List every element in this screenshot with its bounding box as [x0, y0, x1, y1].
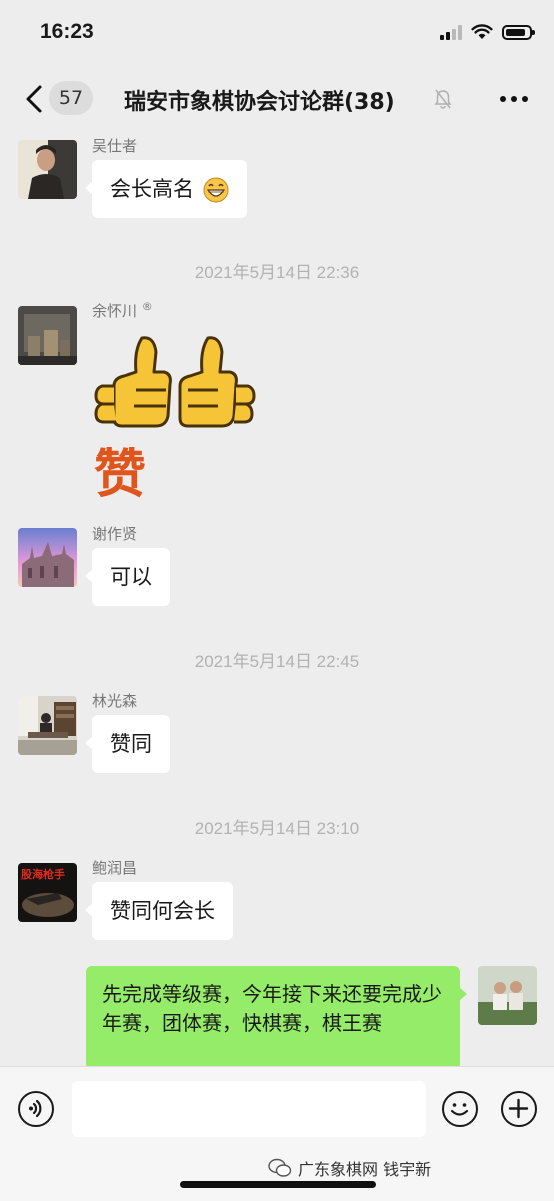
avatar[interactable] — [18, 528, 77, 587]
avatar[interactable] — [18, 696, 77, 755]
message-bubble[interactable]: 会长高名 — [85, 160, 247, 218]
wifi-icon — [471, 24, 493, 39]
sender-name: 谢作贤 — [92, 525, 138, 543]
status-bar: 16:23 — [0, 0, 554, 70]
signal-icon — [440, 24, 462, 40]
more-actions-button[interactable] — [501, 1091, 537, 1127]
battery-icon — [502, 24, 535, 40]
message-text: 可以 — [110, 565, 152, 589]
sender-name: 吴仕者 — [92, 137, 138, 155]
grinning-emoji-icon — [203, 177, 229, 203]
sender-name: 林光森 — [92, 692, 138, 710]
message-bubble[interactable]: 赞同 — [85, 715, 170, 773]
avatar[interactable] — [18, 140, 77, 199]
message-text: 先完成等级赛，今年接下来还要完成少年赛，团体赛，快棋赛，棋王赛 — [102, 982, 442, 1035]
sticker-caption: 赞 — [94, 444, 146, 505]
sender-name: 鲍润昌 — [92, 859, 138, 877]
wechat-logo-icon — [268, 1158, 292, 1177]
plus-icon — [508, 1098, 529, 1119]
mute-bell-icon — [434, 89, 452, 109]
message-timestamp: 2021年5月14日 22:36 — [194, 263, 360, 282]
sender-name: 余怀川 ® — [92, 300, 153, 320]
chat-title: 瑞安市象棋协会讨论群(38) — [124, 90, 395, 115]
avatar[interactable] — [18, 306, 77, 365]
status-icons — [440, 24, 535, 40]
message-input[interactable] — [72, 1081, 426, 1137]
my-message-bubble[interactable]: 先完成等级赛，今年接下来还要完成少年赛，团体赛，快棋赛，棋王赛 — [86, 966, 467, 1070]
message-text: 会长高名 — [110, 177, 194, 201]
more-options-icon[interactable] — [500, 96, 528, 102]
message-bubble[interactable]: 赞同何会长 — [85, 882, 233, 940]
thumbs-up-sticker[interactable]: 赞 — [92, 330, 272, 505]
message-bubble[interactable]: 可以 — [85, 548, 170, 606]
emoji-button[interactable] — [442, 1091, 478, 1127]
voice-icon — [29, 1099, 42, 1118]
watermark-text: 广东象棋网 钱宇新 — [298, 1160, 432, 1179]
message-text: 赞同 — [110, 732, 152, 756]
voice-input-button[interactable] — [18, 1091, 54, 1127]
message-timestamp: 2021年5月14日 22:45 — [194, 652, 360, 671]
message-timestamp: 2021年5月14日 23:10 — [194, 819, 360, 838]
message-text: 赞同何会长 — [110, 899, 215, 923]
emoji-smile-icon — [450, 1103, 469, 1116]
chat-header: 57 瑞安市象棋协会讨论群(38) — [0, 70, 554, 128]
unread-count-badge[interactable]: 57 — [49, 81, 93, 115]
my-avatar[interactable] — [478, 966, 537, 1025]
home-indicator — [180, 1181, 376, 1188]
avatar-caption: 股海枪手 — [21, 867, 65, 881]
avatar[interactable]: 股海枪手 — [18, 863, 77, 922]
watermark: 广东象棋网 钱宇新 — [268, 1156, 431, 1180]
status-time: 16:23 — [40, 20, 94, 43]
